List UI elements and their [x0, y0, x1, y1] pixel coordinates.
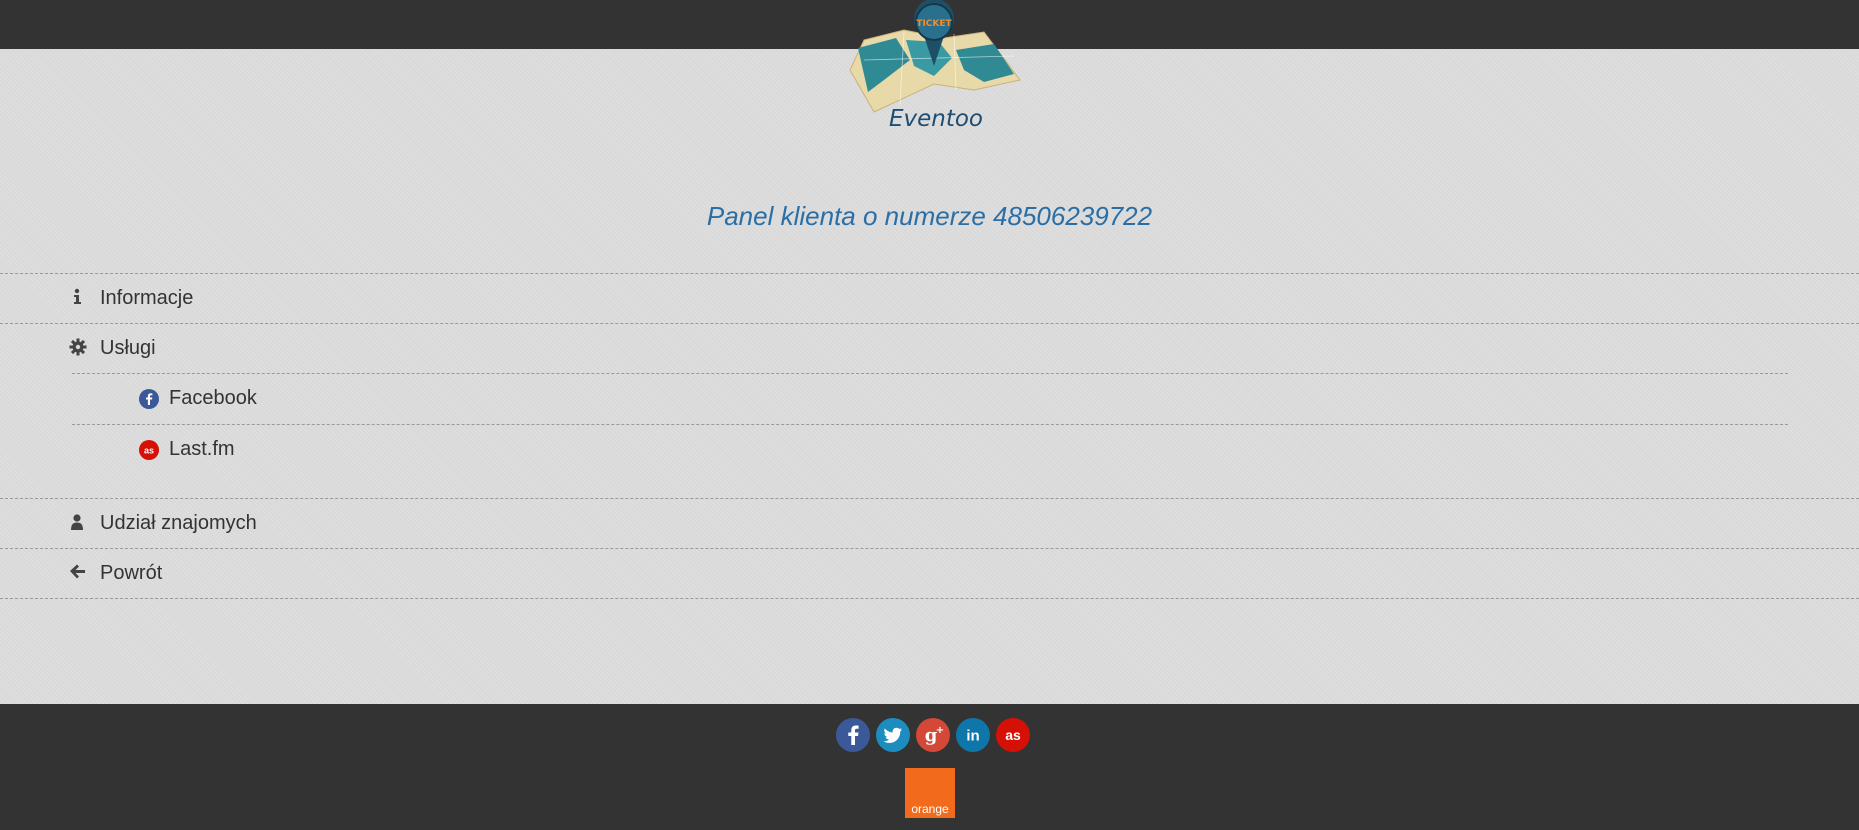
- orange-logo-label: orange: [911, 802, 949, 816]
- menu-item-label: Informacje: [100, 287, 194, 309]
- menu-item-label: Udział znajomych: [100, 512, 257, 534]
- service-label: Last.fm: [169, 438, 235, 460]
- pin-label: TICKET: [916, 19, 952, 29]
- service-item-facebook[interactable]: Facebook: [72, 373, 1788, 424]
- brand-name: Eventoo: [888, 106, 984, 132]
- map-pin-logo-icon: TICKET: [849, 0, 1021, 113]
- menu-item-powrot[interactable]: Powrót: [0, 548, 1859, 598]
- menu-item-label: Usługi: [100, 337, 156, 359]
- footer: g + in as orange: [0, 704, 1859, 830]
- google-plus-icon[interactable]: g +: [916, 718, 950, 752]
- svg-text:as: as: [144, 446, 154, 456]
- menu-item-label: Powrót: [100, 562, 163, 584]
- client-menu: Informacje Usługi Facebook as Last.fm Ud…: [0, 273, 1859, 599]
- orange-logo[interactable]: orange: [905, 768, 955, 818]
- page-title: Panel klienta o numerze 48506239722: [706, 201, 1153, 231]
- gear-icon: [69, 338, 87, 356]
- service-item-lastfm[interactable]: as Last.fm: [72, 424, 1788, 475]
- info-icon: [74, 288, 81, 304]
- twitter-icon[interactable]: [876, 718, 910, 752]
- user-icon: [71, 514, 83, 530]
- divider: [0, 598, 1859, 599]
- menu-item-udzial-znajomych[interactable]: Udział znajomych: [0, 498, 1859, 548]
- svg-text:in: in: [966, 728, 979, 745]
- lastfm-icon[interactable]: as: [996, 718, 1030, 752]
- svg-text:+: +: [936, 725, 944, 736]
- menu-item-uslugi[interactable]: Usługi: [0, 323, 1859, 373]
- svg-text:as: as: [1005, 727, 1021, 743]
- arrow-left-icon: [70, 564, 85, 579]
- eventoo-logo[interactable]: TICKET Eventoo: [844, 0, 1024, 140]
- service-label: Facebook: [169, 387, 257, 409]
- menu-item-informacje[interactable]: Informacje: [0, 273, 1859, 323]
- linkedin-icon[interactable]: in: [956, 718, 990, 752]
- lastfm-icon: as: [139, 440, 159, 460]
- facebook-icon[interactable]: [836, 718, 870, 752]
- facebook-icon: [139, 389, 159, 409]
